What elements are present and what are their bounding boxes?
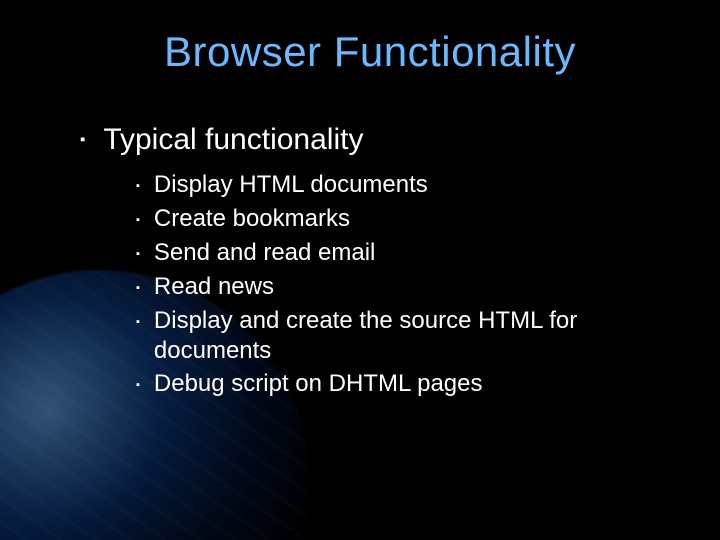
slide-content: Browser Functionality ▪ Typical function… [0, 0, 720, 400]
list-item: ▪ Read news [136, 272, 670, 303]
list-item: ▪ Send and read email [136, 238, 670, 269]
item-text: Create bookmarks [154, 204, 350, 234]
square-bullet-icon: ▪ [136, 171, 140, 201]
list-item: ▪ Create bookmarks [136, 204, 670, 235]
square-bullet-icon: ▪ [136, 239, 140, 269]
square-bullet-icon: ▪ [136, 370, 140, 400]
slide: Browser Functionality ▪ Typical function… [0, 0, 720, 540]
item-text: Display and create the source HTML for d… [154, 306, 664, 366]
square-bullet-icon: ▪ [136, 273, 140, 303]
item-text: Display HTML documents [154, 170, 428, 200]
list-item: ▪ Debug script on DHTML pages [136, 369, 670, 400]
square-bullet-icon: ▪ [136, 205, 140, 235]
heading-text: Typical functionality [103, 122, 363, 158]
list-item: ▪ Typical functionality [80, 122, 670, 158]
square-bullet-icon: ▪ [136, 307, 140, 337]
list-item: ▪ Display HTML documents [136, 170, 670, 201]
item-text: Debug script on DHTML pages [154, 369, 483, 399]
sub-list: ▪ Display HTML documents ▪ Create bookma… [136, 170, 670, 400]
slide-title: Browser Functionality [70, 28, 670, 76]
square-bullet-icon: ▪ [80, 122, 85, 158]
item-text: Send and read email [154, 238, 375, 268]
list-item: ▪ Display and create the source HTML for… [136, 306, 670, 366]
item-text: Read news [154, 272, 274, 302]
